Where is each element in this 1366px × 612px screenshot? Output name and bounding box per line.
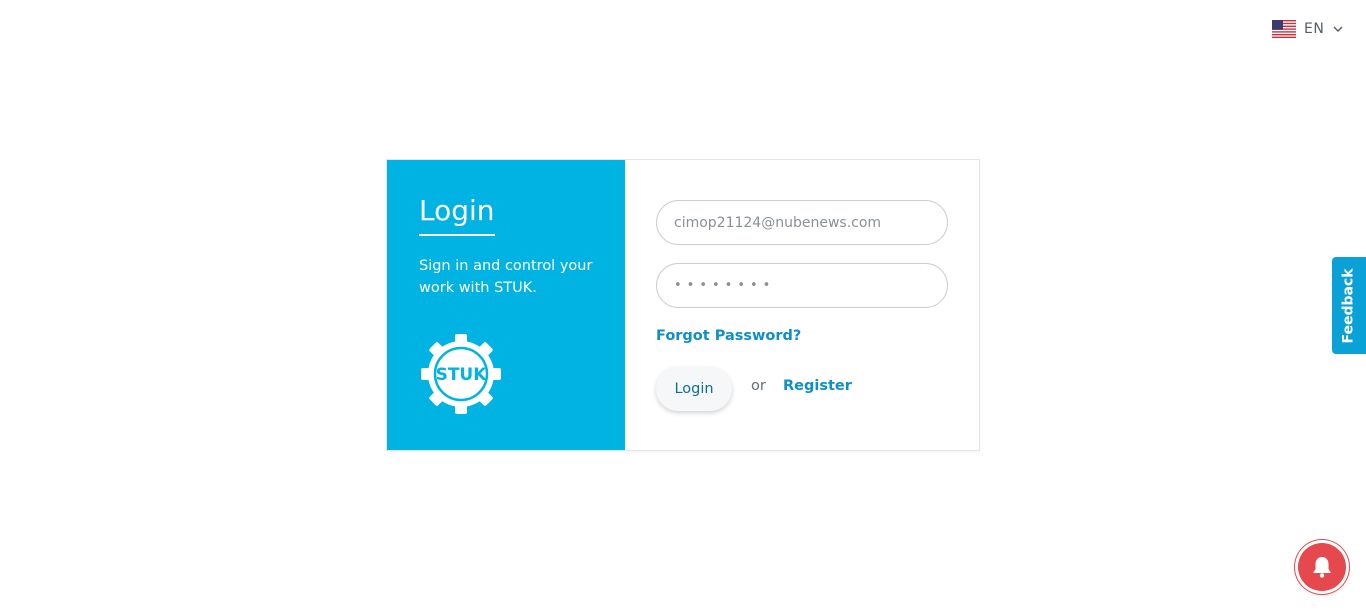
feedback-tab[interactable]: Feedback xyxy=(1332,257,1366,354)
logo-text: STUK xyxy=(436,365,488,385)
stuk-logo: STUK xyxy=(421,334,501,414)
language-code: EN xyxy=(1304,21,1325,37)
login-title: Login xyxy=(419,192,495,236)
language-selector[interactable]: EN xyxy=(1272,20,1344,38)
password-field[interactable] xyxy=(656,263,948,308)
or-text: or xyxy=(751,378,766,394)
login-button[interactable]: Login xyxy=(656,367,732,411)
forgot-password-link[interactable]: Forgot Password? xyxy=(656,328,801,344)
notification-button[interactable] xyxy=(1298,543,1346,591)
email-field[interactable] xyxy=(656,200,948,245)
login-card: Login Sign in and control your work with… xyxy=(386,159,980,451)
bell-icon xyxy=(1313,557,1331,578)
login-form: Forgot Password? Login or Register xyxy=(625,160,979,450)
chevron-down-icon xyxy=(1333,26,1343,32)
login-subtitle: Sign in and control your work with STUK. xyxy=(419,258,593,296)
us-flag-icon xyxy=(1272,20,1296,38)
login-page: EN Login Sign in and control your work w… xyxy=(0,0,1366,612)
feedback-label: Feedback xyxy=(1341,267,1357,344)
login-info-panel: Login Sign in and control your work with… xyxy=(387,160,625,450)
register-link[interactable]: Register xyxy=(783,378,852,394)
